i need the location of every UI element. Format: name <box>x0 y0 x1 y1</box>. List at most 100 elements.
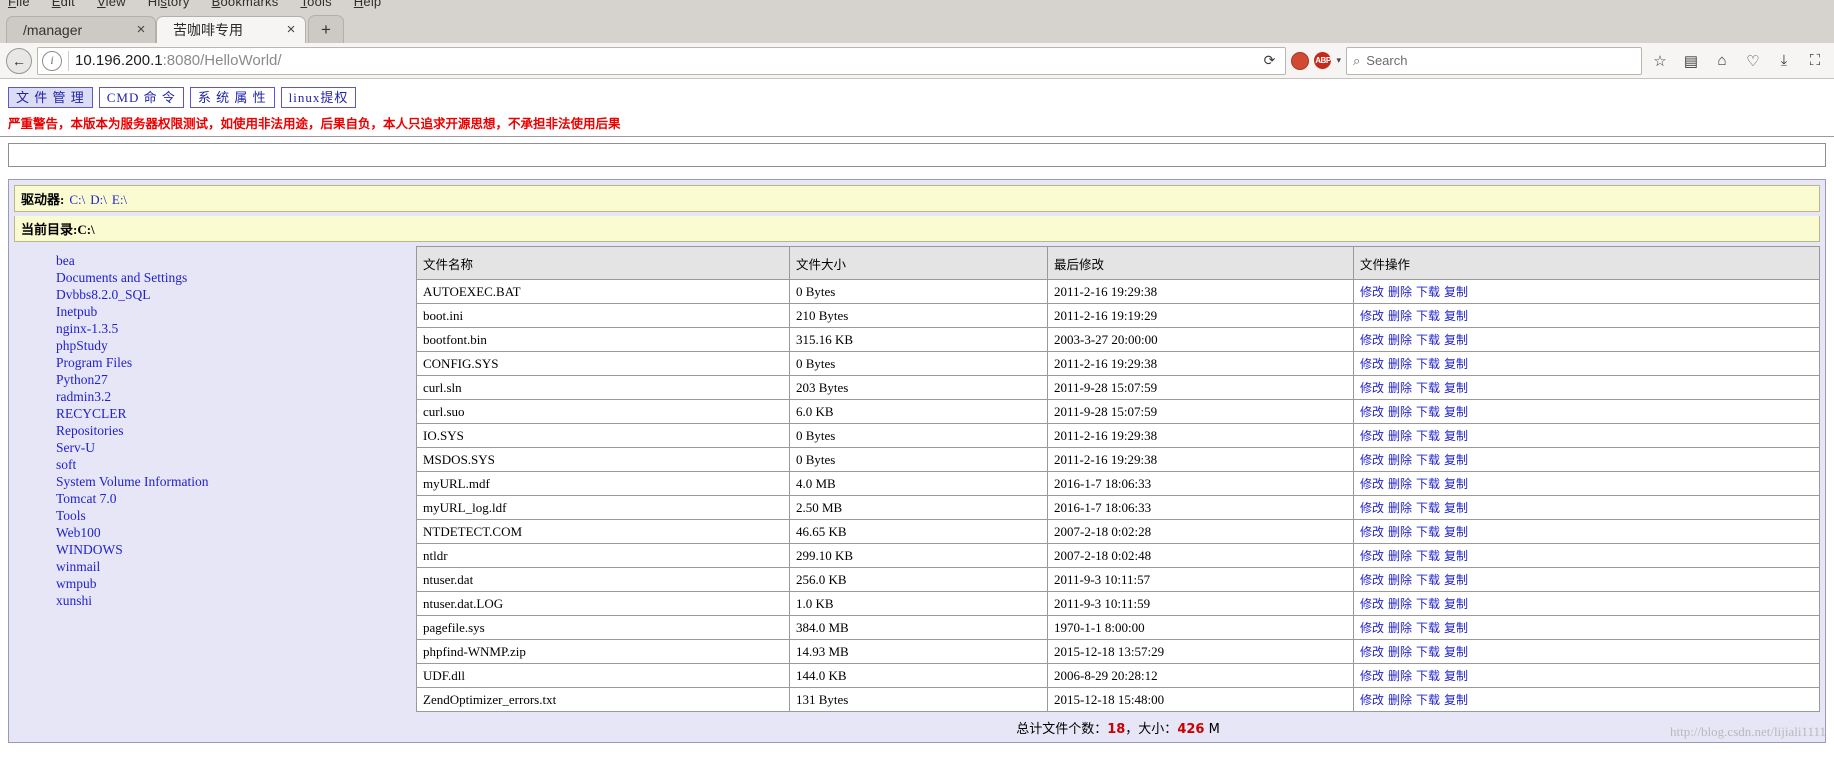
download-link[interactable]: 下载 <box>1416 573 1440 587</box>
edit-link[interactable]: 修改 <box>1360 525 1384 539</box>
copy-link[interactable]: 复制 <box>1444 381 1468 395</box>
menu-history[interactable]: History <box>148 0 190 9</box>
copy-link[interactable]: 复制 <box>1444 645 1468 659</box>
edit-link[interactable]: 修改 <box>1360 333 1384 347</box>
library-icon[interactable]: ▤ <box>1678 48 1704 74</box>
edit-link[interactable]: 修改 <box>1360 405 1384 419</box>
menu-tools[interactable]: Tools <box>300 0 331 9</box>
edit-link[interactable]: 修改 <box>1360 381 1384 395</box>
delete-link[interactable]: 删除 <box>1388 405 1412 419</box>
delete-link[interactable]: 删除 <box>1388 477 1412 491</box>
copy-link[interactable]: 复制 <box>1444 357 1468 371</box>
download-link[interactable]: 下载 <box>1416 597 1440 611</box>
copy-link[interactable]: 复制 <box>1444 405 1468 419</box>
copy-link[interactable]: 复制 <box>1444 333 1468 347</box>
copy-link[interactable]: 复制 <box>1444 429 1468 443</box>
download-link[interactable]: 下载 <box>1416 381 1440 395</box>
edit-link[interactable]: 修改 <box>1360 645 1384 659</box>
copy-link[interactable]: 复制 <box>1444 549 1468 563</box>
download-link[interactable]: 下载 <box>1416 405 1440 419</box>
download-link[interactable]: 下载 <box>1416 501 1440 515</box>
download-link[interactable]: 下载 <box>1416 549 1440 563</box>
delete-link[interactable]: 删除 <box>1388 549 1412 563</box>
list-item[interactable]: soft <box>14 456 414 473</box>
list-item[interactable]: phpStudy <box>14 337 414 354</box>
menu-edit[interactable]: Edit <box>52 0 75 9</box>
download-link[interactable]: 下载 <box>1416 333 1440 347</box>
copy-link[interactable]: 复制 <box>1444 477 1468 491</box>
list-item[interactable]: xunshi <box>14 592 414 609</box>
download-link[interactable]: 下载 <box>1416 621 1440 635</box>
list-item[interactable]: Serv-U <box>14 439 414 456</box>
edit-link[interactable]: 修改 <box>1360 309 1384 323</box>
edit-link[interactable]: 修改 <box>1360 285 1384 299</box>
search-input[interactable]: ⌕ Search <box>1346 46 1642 75</box>
delete-link[interactable]: 删除 <box>1388 669 1412 683</box>
list-item[interactable]: RECYCLER <box>14 405 414 422</box>
list-item[interactable]: radmin3.2 <box>14 388 414 405</box>
list-item[interactable]: winmail <box>14 558 414 575</box>
edit-link[interactable]: 修改 <box>1360 429 1384 443</box>
delete-link[interactable]: 删除 <box>1388 501 1412 515</box>
edit-link[interactable]: 修改 <box>1360 669 1384 683</box>
edit-link[interactable]: 修改 <box>1360 477 1384 491</box>
drive-link-c[interactable]: C:\ <box>69 192 85 207</box>
list-item[interactable]: Dvbbs8.2.0_SQL <box>14 286 414 303</box>
edit-link[interactable]: 修改 <box>1360 693 1384 707</box>
delete-link[interactable]: 删除 <box>1388 285 1412 299</box>
home-icon[interactable]: ⌂ <box>1709 48 1735 74</box>
menu-bookmarks[interactable]: Bookmarks <box>212 0 279 9</box>
edit-link[interactable]: 修改 <box>1360 597 1384 611</box>
list-item[interactable]: bea <box>14 252 414 269</box>
download-link[interactable]: 下载 <box>1416 669 1440 683</box>
drive-link-e[interactable]: E:\ <box>112 192 127 207</box>
nav-tab-cmd[interactable]: CMD 命 令 <box>98 87 184 108</box>
delete-link[interactable]: 删除 <box>1388 453 1412 467</box>
list-item[interactable]: nginx-1.3.5 <box>14 320 414 337</box>
pocket-icon[interactable]: ♡ <box>1740 48 1766 74</box>
delete-link[interactable]: 删除 <box>1388 693 1412 707</box>
delete-link[interactable]: 删除 <box>1388 309 1412 323</box>
copy-link[interactable]: 复制 <box>1444 285 1468 299</box>
list-item[interactable]: Inetpub <box>14 303 414 320</box>
download-link[interactable]: 下载 <box>1416 453 1440 467</box>
delete-link[interactable]: 删除 <box>1388 645 1412 659</box>
copy-link[interactable]: 复制 <box>1444 669 1468 683</box>
list-item[interactable]: WINDOWS <box>14 541 414 558</box>
download-link[interactable]: 下载 <box>1416 285 1440 299</box>
menu-help[interactable]: Help <box>354 0 382 9</box>
copy-link[interactable]: 复制 <box>1444 309 1468 323</box>
list-item[interactable]: wmpub <box>14 575 414 592</box>
download-link[interactable]: 下载 <box>1416 693 1440 707</box>
close-icon[interactable]: × <box>283 22 299 37</box>
info-icon[interactable]: i <box>42 50 62 71</box>
edit-link[interactable]: 修改 <box>1360 453 1384 467</box>
download-link[interactable]: 下载 <box>1416 645 1440 659</box>
menu-file[interactable]: File <box>8 0 30 9</box>
delete-link[interactable]: 删除 <box>1388 333 1412 347</box>
copy-link[interactable]: 复制 <box>1444 597 1468 611</box>
edit-link[interactable]: 修改 <box>1360 573 1384 587</box>
download-link[interactable]: 下载 <box>1416 429 1440 443</box>
copy-link[interactable]: 复制 <box>1444 501 1468 515</box>
drive-link-d[interactable]: D:\ <box>90 192 107 207</box>
download-link[interactable]: 下载 <box>1416 477 1440 491</box>
list-item[interactable]: Web100 <box>14 524 414 541</box>
edit-link[interactable]: 修改 <box>1360 501 1384 515</box>
delete-link[interactable]: 删除 <box>1388 621 1412 635</box>
browser-tab-active[interactable]: 苦咖啡专用 × <box>156 16 306 43</box>
edit-link[interactable]: 修改 <box>1360 621 1384 635</box>
copy-link[interactable]: 复制 <box>1444 693 1468 707</box>
download-link[interactable]: 下载 <box>1416 309 1440 323</box>
close-icon[interactable]: × <box>133 22 149 37</box>
new-tab-button[interactable]: + <box>308 15 344 43</box>
nav-tab-linux-privesc[interactable]: linux提权 <box>280 87 357 108</box>
edit-link[interactable]: 修改 <box>1360 549 1384 563</box>
edit-link[interactable]: 修改 <box>1360 357 1384 371</box>
delete-link[interactable]: 删除 <box>1388 597 1412 611</box>
menu-view[interactable]: View <box>97 0 126 9</box>
nav-tab-system-props[interactable]: 系 统 属 性 <box>189 87 275 108</box>
delete-link[interactable]: 删除 <box>1388 381 1412 395</box>
copy-link[interactable]: 复制 <box>1444 453 1468 467</box>
adblock-icon[interactable]: ABP <box>1314 52 1332 69</box>
